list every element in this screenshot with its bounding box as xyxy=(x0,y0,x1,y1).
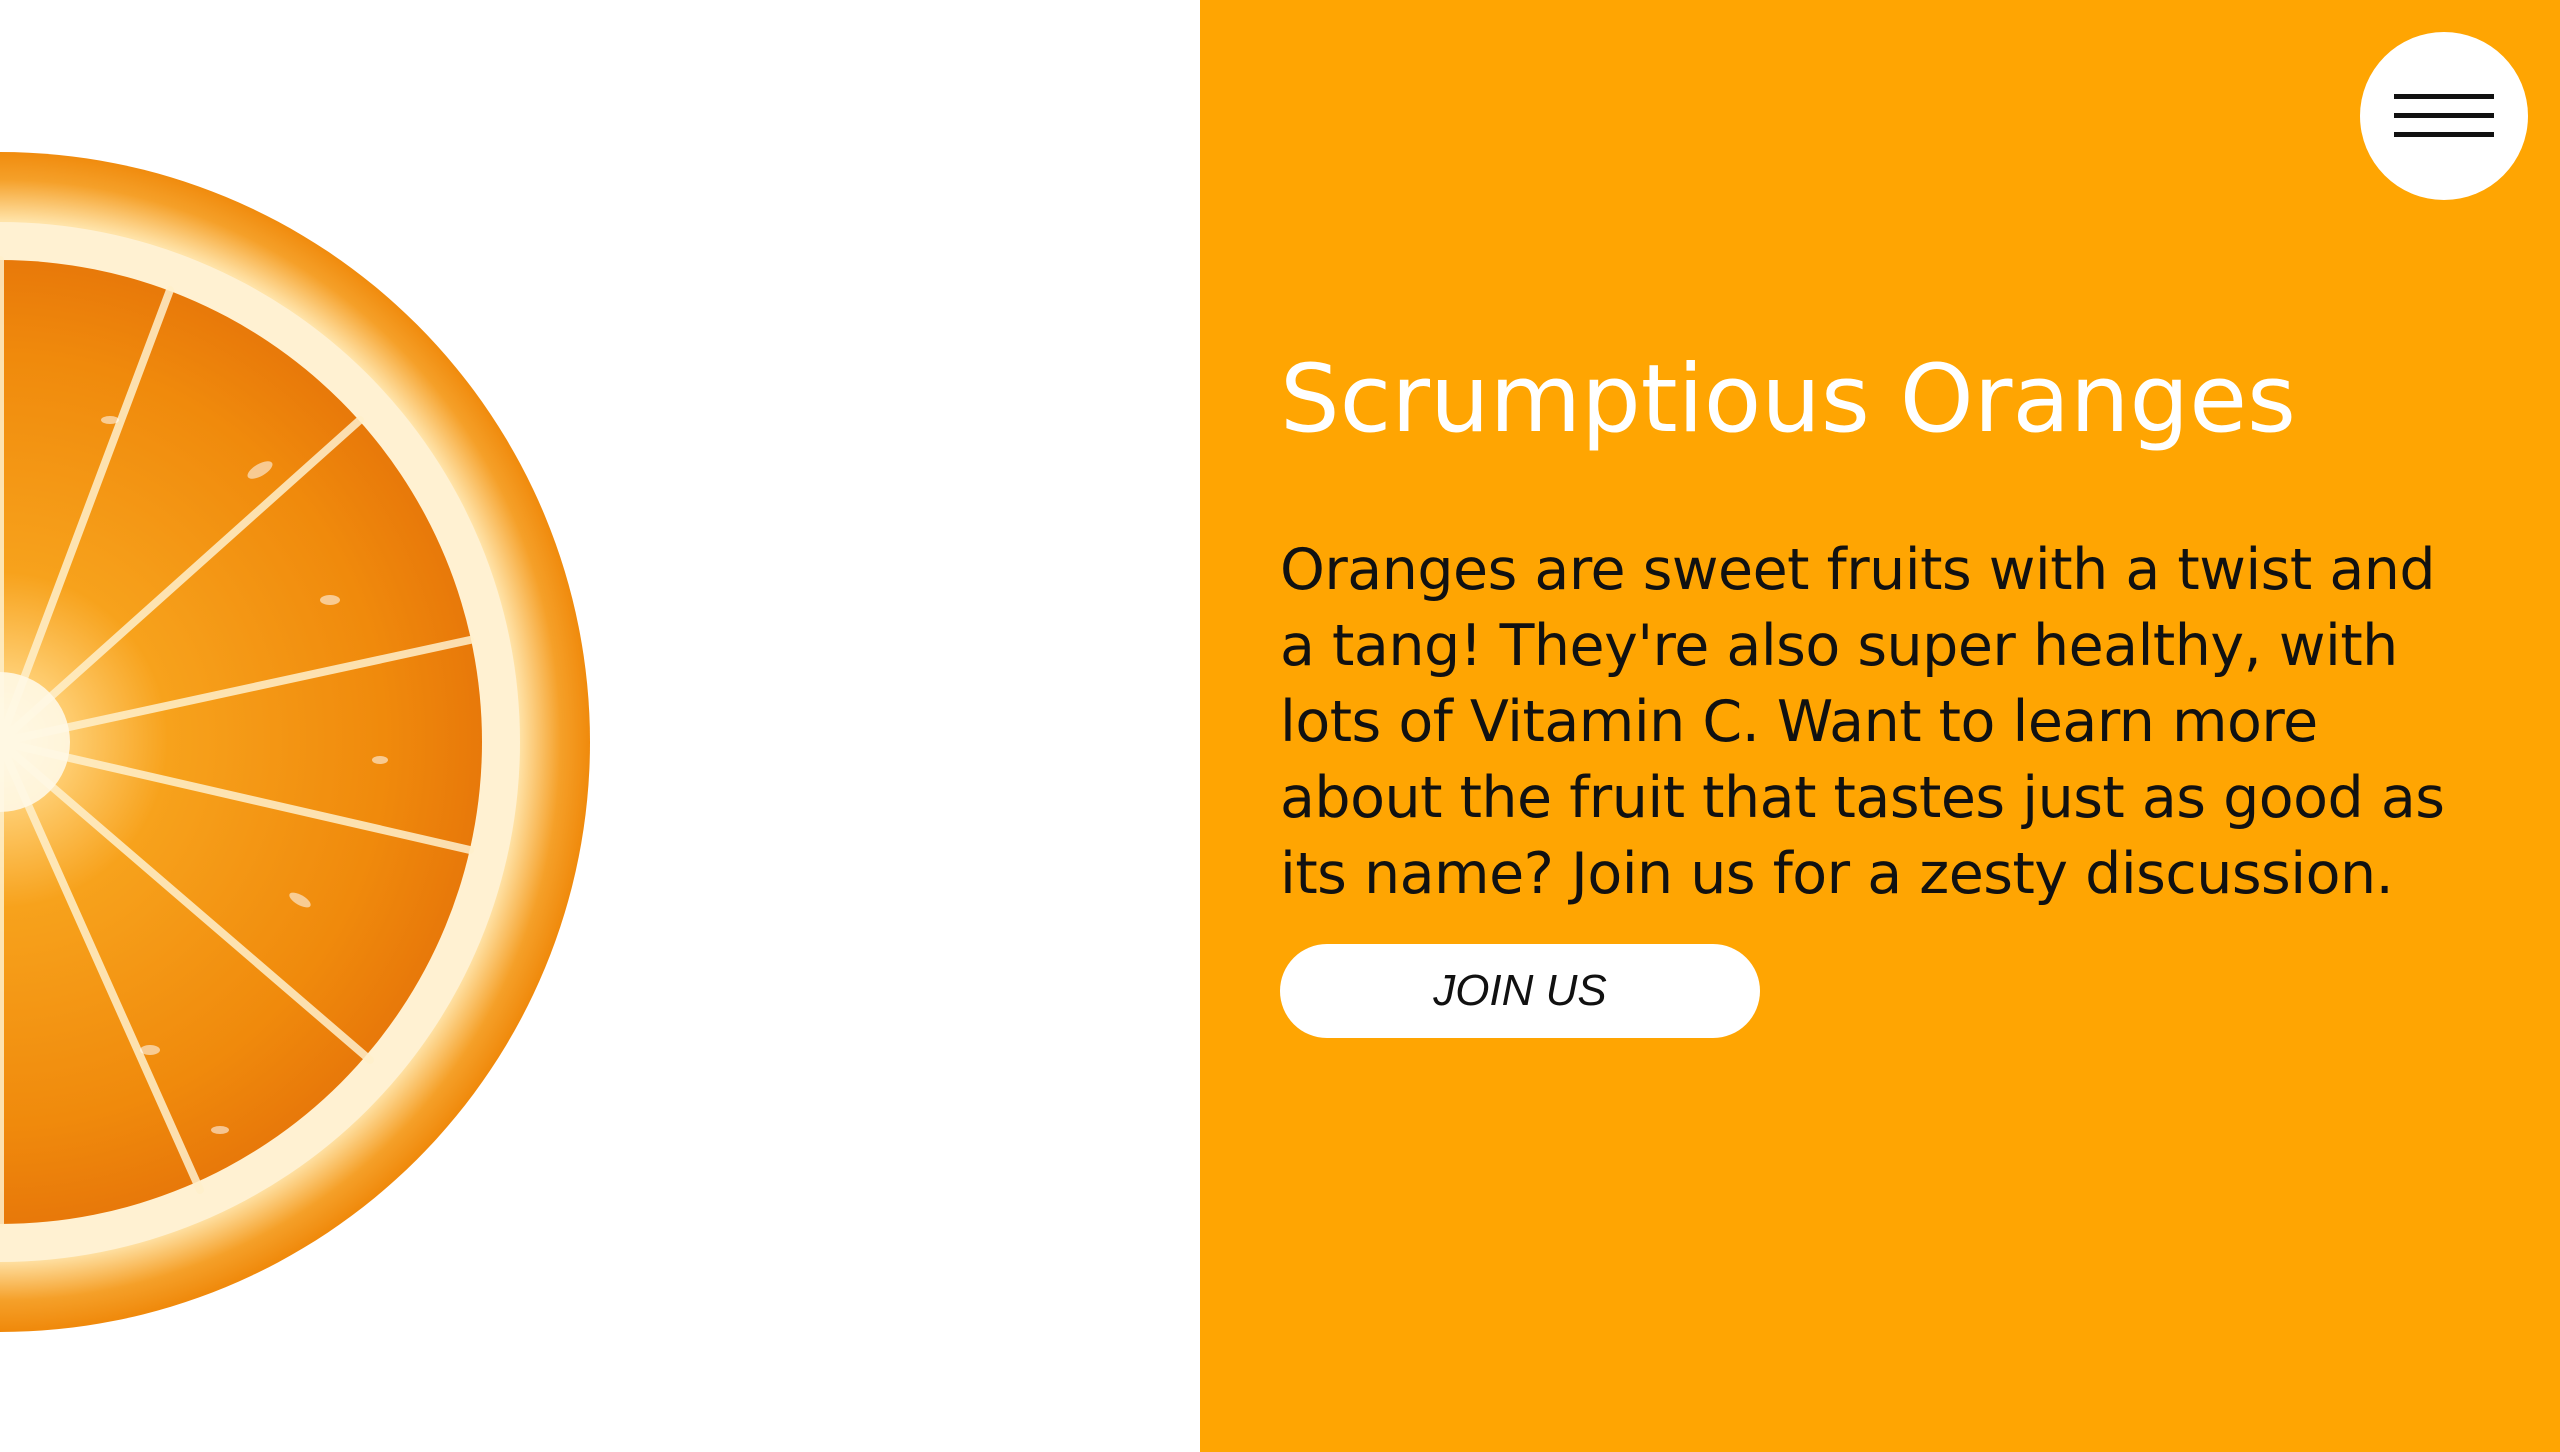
landing-page: Scrumptious Oranges Oranges are sweet fr… xyxy=(0,0,2560,1452)
menu-button[interactable] xyxy=(2360,32,2528,200)
page-title: Scrumptious Oranges xyxy=(1280,345,2297,454)
orange-slice-image xyxy=(0,152,590,1332)
join-us-button[interactable]: JOIN US xyxy=(1280,944,1760,1038)
hamburger-menu-icon xyxy=(2394,94,2494,137)
hero-description: Oranges are sweet fruits with a twist an… xyxy=(1280,537,2445,907)
image-panel xyxy=(0,0,1200,1452)
